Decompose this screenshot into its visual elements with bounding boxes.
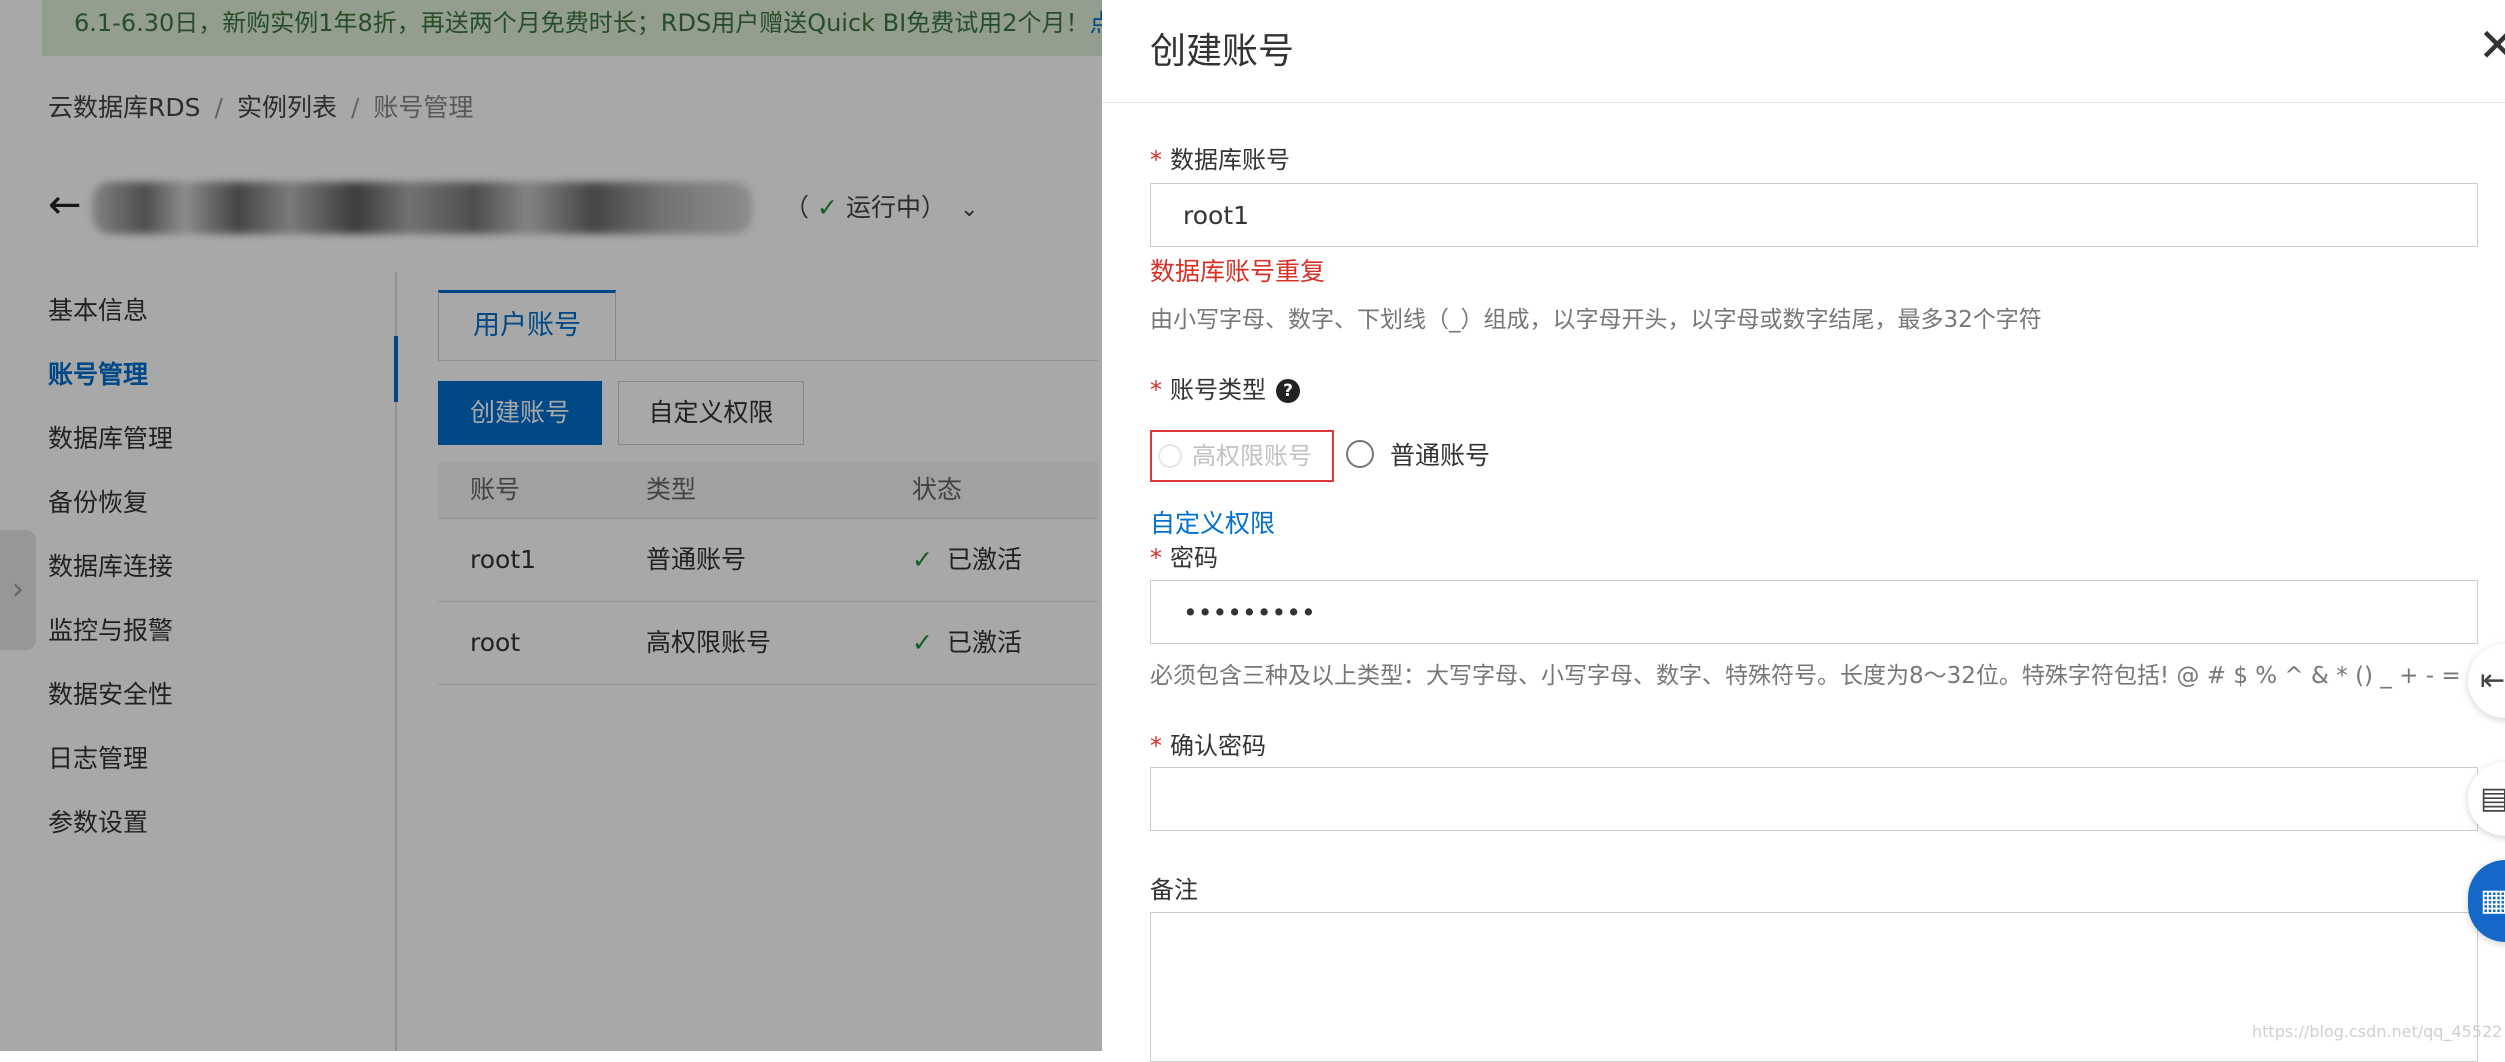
account-error-message: 数据库账号重复 — [1150, 257, 1326, 286]
drawer-header: 创建账号 ✕ — [1102, 0, 2505, 103]
radio-normal-account[interactable]: 普通账号 — [1346, 434, 1490, 478]
custom-permission-link[interactable]: 自定义权限 — [1150, 504, 1275, 540]
radio-admin-account[interactable]: 高权限账号 — [1150, 430, 1334, 482]
help-icon[interactable]: ? — [1276, 379, 1300, 403]
confirm-password-input[interactable] — [1150, 767, 2478, 831]
modal-overlay[interactable] — [0, 0, 1102, 1051]
account-input[interactable] — [1150, 183, 2478, 247]
remark-label: 备注 — [1150, 876, 1198, 904]
account-hint: 由小写字母、数字、下划线（_）组成，以字母开头，以字母或数字结尾，最多32个字符 — [1150, 307, 2042, 333]
radio-circle — [1346, 440, 1374, 468]
close-icon[interactable]: ✕ — [2478, 22, 2505, 68]
radio-circle — [1158, 444, 1182, 468]
account-label: * 数据库账号 — [1150, 146, 1290, 174]
password-label: * 密码 — [1150, 544, 1218, 572]
password-input[interactable] — [1150, 580, 2478, 644]
watermark: https://blog.csdn.net/qq_45522 18 — [2252, 1022, 2505, 1041]
drawer-title: 创建账号 — [1150, 31, 1295, 72]
confirm-password-label: * 确认密码 — [1150, 732, 1266, 760]
account-type-label: * 账号类型? — [1150, 370, 1300, 405]
password-hint: 必须包含三种及以上类型：大写字母、小写字母、数字、特殊符号。长度为8～32位。特… — [1150, 663, 2461, 689]
create-account-drawer: 创建账号 ✕ *数据库账号 数据库账号重复 由小写字母、数字、下划线（_）组成，… — [1102, 0, 2505, 1062]
